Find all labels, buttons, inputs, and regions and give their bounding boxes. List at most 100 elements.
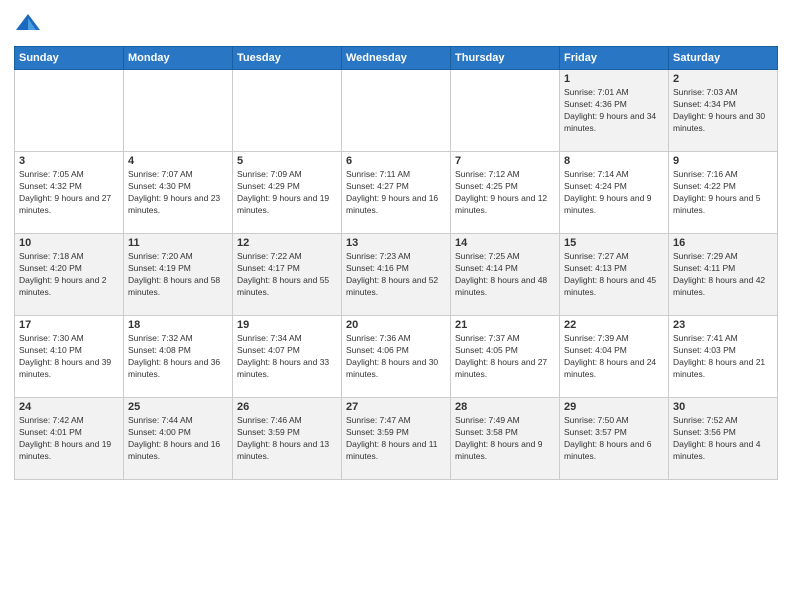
calendar-cell	[124, 70, 233, 152]
day-info: Sunrise: 7:18 AM Sunset: 4:20 PM Dayligh…	[19, 251, 119, 299]
page-header	[14, 10, 778, 38]
calendar-cell: 6 Sunrise: 7:11 AM Sunset: 4:27 PM Daylig…	[342, 152, 451, 234]
calendar-header-sunday: Sunday	[15, 47, 124, 70]
calendar-table: SundayMondayTuesdayWednesdayThursdayFrid…	[14, 46, 778, 480]
calendar-cell: 12 Sunrise: 7:22 AM Sunset: 4:17 PM Dayli…	[233, 234, 342, 316]
calendar-cell: 2 Sunrise: 7:03 AM Sunset: 4:34 PM Daylig…	[669, 70, 778, 152]
calendar-cell: 22 Sunrise: 7:39 AM Sunset: 4:04 PM Dayli…	[560, 316, 669, 398]
calendar-cell: 5 Sunrise: 7:09 AM Sunset: 4:29 PM Daylig…	[233, 152, 342, 234]
day-number: 20	[346, 319, 446, 331]
calendar-cell	[15, 70, 124, 152]
day-info: Sunrise: 7:07 AM Sunset: 4:30 PM Dayligh…	[128, 169, 228, 217]
day-info: Sunrise: 7:46 AM Sunset: 3:59 PM Dayligh…	[237, 415, 337, 463]
day-info: Sunrise: 7:09 AM Sunset: 4:29 PM Dayligh…	[237, 169, 337, 217]
day-number: 19	[237, 319, 337, 331]
day-number: 18	[128, 319, 228, 331]
day-number: 22	[564, 319, 664, 331]
day-number: 26	[237, 401, 337, 413]
calendar-cell: 23 Sunrise: 7:41 AM Sunset: 4:03 PM Dayli…	[669, 316, 778, 398]
calendar-week-row: 24Sunrise: 7:42 AM Sunset: 4:01 PM Dayli…	[15, 398, 778, 480]
day-number: 16	[673, 237, 773, 249]
calendar-header-saturday: Saturday	[669, 47, 778, 70]
day-number: 8	[564, 155, 664, 167]
day-info: Sunrise: 7:05 AM Sunset: 4:32 PM Dayligh…	[19, 169, 119, 217]
calendar-cell: 26 Sunrise: 7:46 AM Sunset: 3:59 PM Dayli…	[233, 398, 342, 480]
logo-icon	[14, 10, 42, 38]
day-info: Sunrise: 7:11 AM Sunset: 4:27 PM Dayligh…	[346, 169, 446, 217]
calendar-cell: 21 Sunrise: 7:37 AM Sunset: 4:05 PM Dayli…	[451, 316, 560, 398]
calendar-week-row: 10 Sunrise: 7:18 AM Sunset: 4:20 PM Dayli…	[15, 234, 778, 316]
calendar-cell: 14 Sunrise: 7:25 AM Sunset: 4:14 PM Dayli…	[451, 234, 560, 316]
day-number: 21	[455, 319, 555, 331]
calendar-cell: 29Sunrise: 7:50 AM Sunset: 3:57 PM Dayli…	[560, 398, 669, 480]
day-info: Sunrise: 7:23 AM Sunset: 4:16 PM Dayligh…	[346, 251, 446, 299]
day-number: 4	[128, 155, 228, 167]
day-number: 6	[346, 155, 446, 167]
calendar-cell	[451, 70, 560, 152]
page-container: SundayMondayTuesdayWednesdayThursdayFrid…	[0, 0, 792, 488]
day-info: Sunrise: 7:52 AM Sunset: 3:56 PM Dayligh…	[673, 415, 773, 463]
day-number: 24	[19, 401, 119, 413]
calendar-cell: 18 Sunrise: 7:32 AM Sunset: 4:08 PM Dayli…	[124, 316, 233, 398]
calendar-week-row: 17 Sunrise: 7:30 AM Sunset: 4:10 PM Dayli…	[15, 316, 778, 398]
day-info: Sunrise: 7:37 AM Sunset: 4:05 PM Dayligh…	[455, 333, 555, 381]
day-number: 13	[346, 237, 446, 249]
day-number: 17	[19, 319, 119, 331]
day-info: Sunrise: 7:49 AM Sunset: 3:58 PM Dayligh…	[455, 415, 555, 463]
day-info: Sunrise: 7:34 AM Sunset: 4:07 PM Dayligh…	[237, 333, 337, 381]
day-info: Sunrise: 7:32 AM Sunset: 4:08 PM Dayligh…	[128, 333, 228, 381]
calendar-cell: 11 Sunrise: 7:20 AM Sunset: 4:19 PM Dayli…	[124, 234, 233, 316]
calendar-cell: 19 Sunrise: 7:34 AM Sunset: 4:07 PM Dayli…	[233, 316, 342, 398]
calendar-cell: 16 Sunrise: 7:29 AM Sunset: 4:11 PM Dayli…	[669, 234, 778, 316]
day-number: 14	[455, 237, 555, 249]
day-info: Sunrise: 7:39 AM Sunset: 4:04 PM Dayligh…	[564, 333, 664, 381]
calendar-cell	[233, 70, 342, 152]
calendar-cell: 25 Sunrise: 7:44 AM Sunset: 4:00 PM Dayli…	[124, 398, 233, 480]
day-info: Sunrise: 7:29 AM Sunset: 4:11 PM Dayligh…	[673, 251, 773, 299]
calendar-cell: 13 Sunrise: 7:23 AM Sunset: 4:16 PM Dayli…	[342, 234, 451, 316]
day-number: 7	[455, 155, 555, 167]
calendar-header-friday: Friday	[560, 47, 669, 70]
day-number: 12	[237, 237, 337, 249]
calendar-week-row: 3 Sunrise: 7:05 AM Sunset: 4:32 PM Daylig…	[15, 152, 778, 234]
day-info: Sunrise: 7:30 AM Sunset: 4:10 PM Dayligh…	[19, 333, 119, 381]
calendar-cell: 8Sunrise: 7:14 AM Sunset: 4:24 PM Daylig…	[560, 152, 669, 234]
day-number: 2	[673, 73, 773, 85]
day-number: 5	[237, 155, 337, 167]
day-info: Sunrise: 7:20 AM Sunset: 4:19 PM Dayligh…	[128, 251, 228, 299]
day-info: Sunrise: 7:27 AM Sunset: 4:13 PM Dayligh…	[564, 251, 664, 299]
calendar-cell: 28Sunrise: 7:49 AM Sunset: 3:58 PM Dayli…	[451, 398, 560, 480]
calendar-cell: 10 Sunrise: 7:18 AM Sunset: 4:20 PM Dayli…	[15, 234, 124, 316]
day-number: 11	[128, 237, 228, 249]
day-info: Sunrise: 7:03 AM Sunset: 4:34 PM Dayligh…	[673, 87, 773, 135]
day-info: Sunrise: 7:01 AM Sunset: 4:36 PM Dayligh…	[564, 87, 664, 135]
calendar-cell: 20 Sunrise: 7:36 AM Sunset: 4:06 PM Dayli…	[342, 316, 451, 398]
day-info: Sunrise: 7:16 AM Sunset: 4:22 PM Dayligh…	[673, 169, 773, 217]
calendar-cell: 1Sunrise: 7:01 AM Sunset: 4:36 PM Daylig…	[560, 70, 669, 152]
day-number: 9	[673, 155, 773, 167]
day-number: 23	[673, 319, 773, 331]
calendar-cell: 27 Sunrise: 7:47 AM Sunset: 3:59 PM Dayli…	[342, 398, 451, 480]
calendar-week-row: 1Sunrise: 7:01 AM Sunset: 4:36 PM Daylig…	[15, 70, 778, 152]
calendar-header-row: SundayMondayTuesdayWednesdayThursdayFrid…	[15, 47, 778, 70]
day-number: 27	[346, 401, 446, 413]
day-number: 25	[128, 401, 228, 413]
calendar-header-wednesday: Wednesday	[342, 47, 451, 70]
day-info: Sunrise: 7:47 AM Sunset: 3:59 PM Dayligh…	[346, 415, 446, 463]
calendar-header-tuesday: Tuesday	[233, 47, 342, 70]
day-number: 15	[564, 237, 664, 249]
day-info: Sunrise: 7:12 AM Sunset: 4:25 PM Dayligh…	[455, 169, 555, 217]
calendar-header-monday: Monday	[124, 47, 233, 70]
day-info: Sunrise: 7:36 AM Sunset: 4:06 PM Dayligh…	[346, 333, 446, 381]
calendar-cell: 7 Sunrise: 7:12 AM Sunset: 4:25 PM Daylig…	[451, 152, 560, 234]
day-number: 10	[19, 237, 119, 249]
day-info: Sunrise: 7:44 AM Sunset: 4:00 PM Dayligh…	[128, 415, 228, 463]
day-info: Sunrise: 7:41 AM Sunset: 4:03 PM Dayligh…	[673, 333, 773, 381]
day-number: 3	[19, 155, 119, 167]
day-info: Sunrise: 7:25 AM Sunset: 4:14 PM Dayligh…	[455, 251, 555, 299]
logo	[14, 10, 46, 38]
calendar-cell: 17 Sunrise: 7:30 AM Sunset: 4:10 PM Dayli…	[15, 316, 124, 398]
day-info: Sunrise: 7:22 AM Sunset: 4:17 PM Dayligh…	[237, 251, 337, 299]
calendar-cell: 30Sunrise: 7:52 AM Sunset: 3:56 PM Dayli…	[669, 398, 778, 480]
calendar-header-thursday: Thursday	[451, 47, 560, 70]
